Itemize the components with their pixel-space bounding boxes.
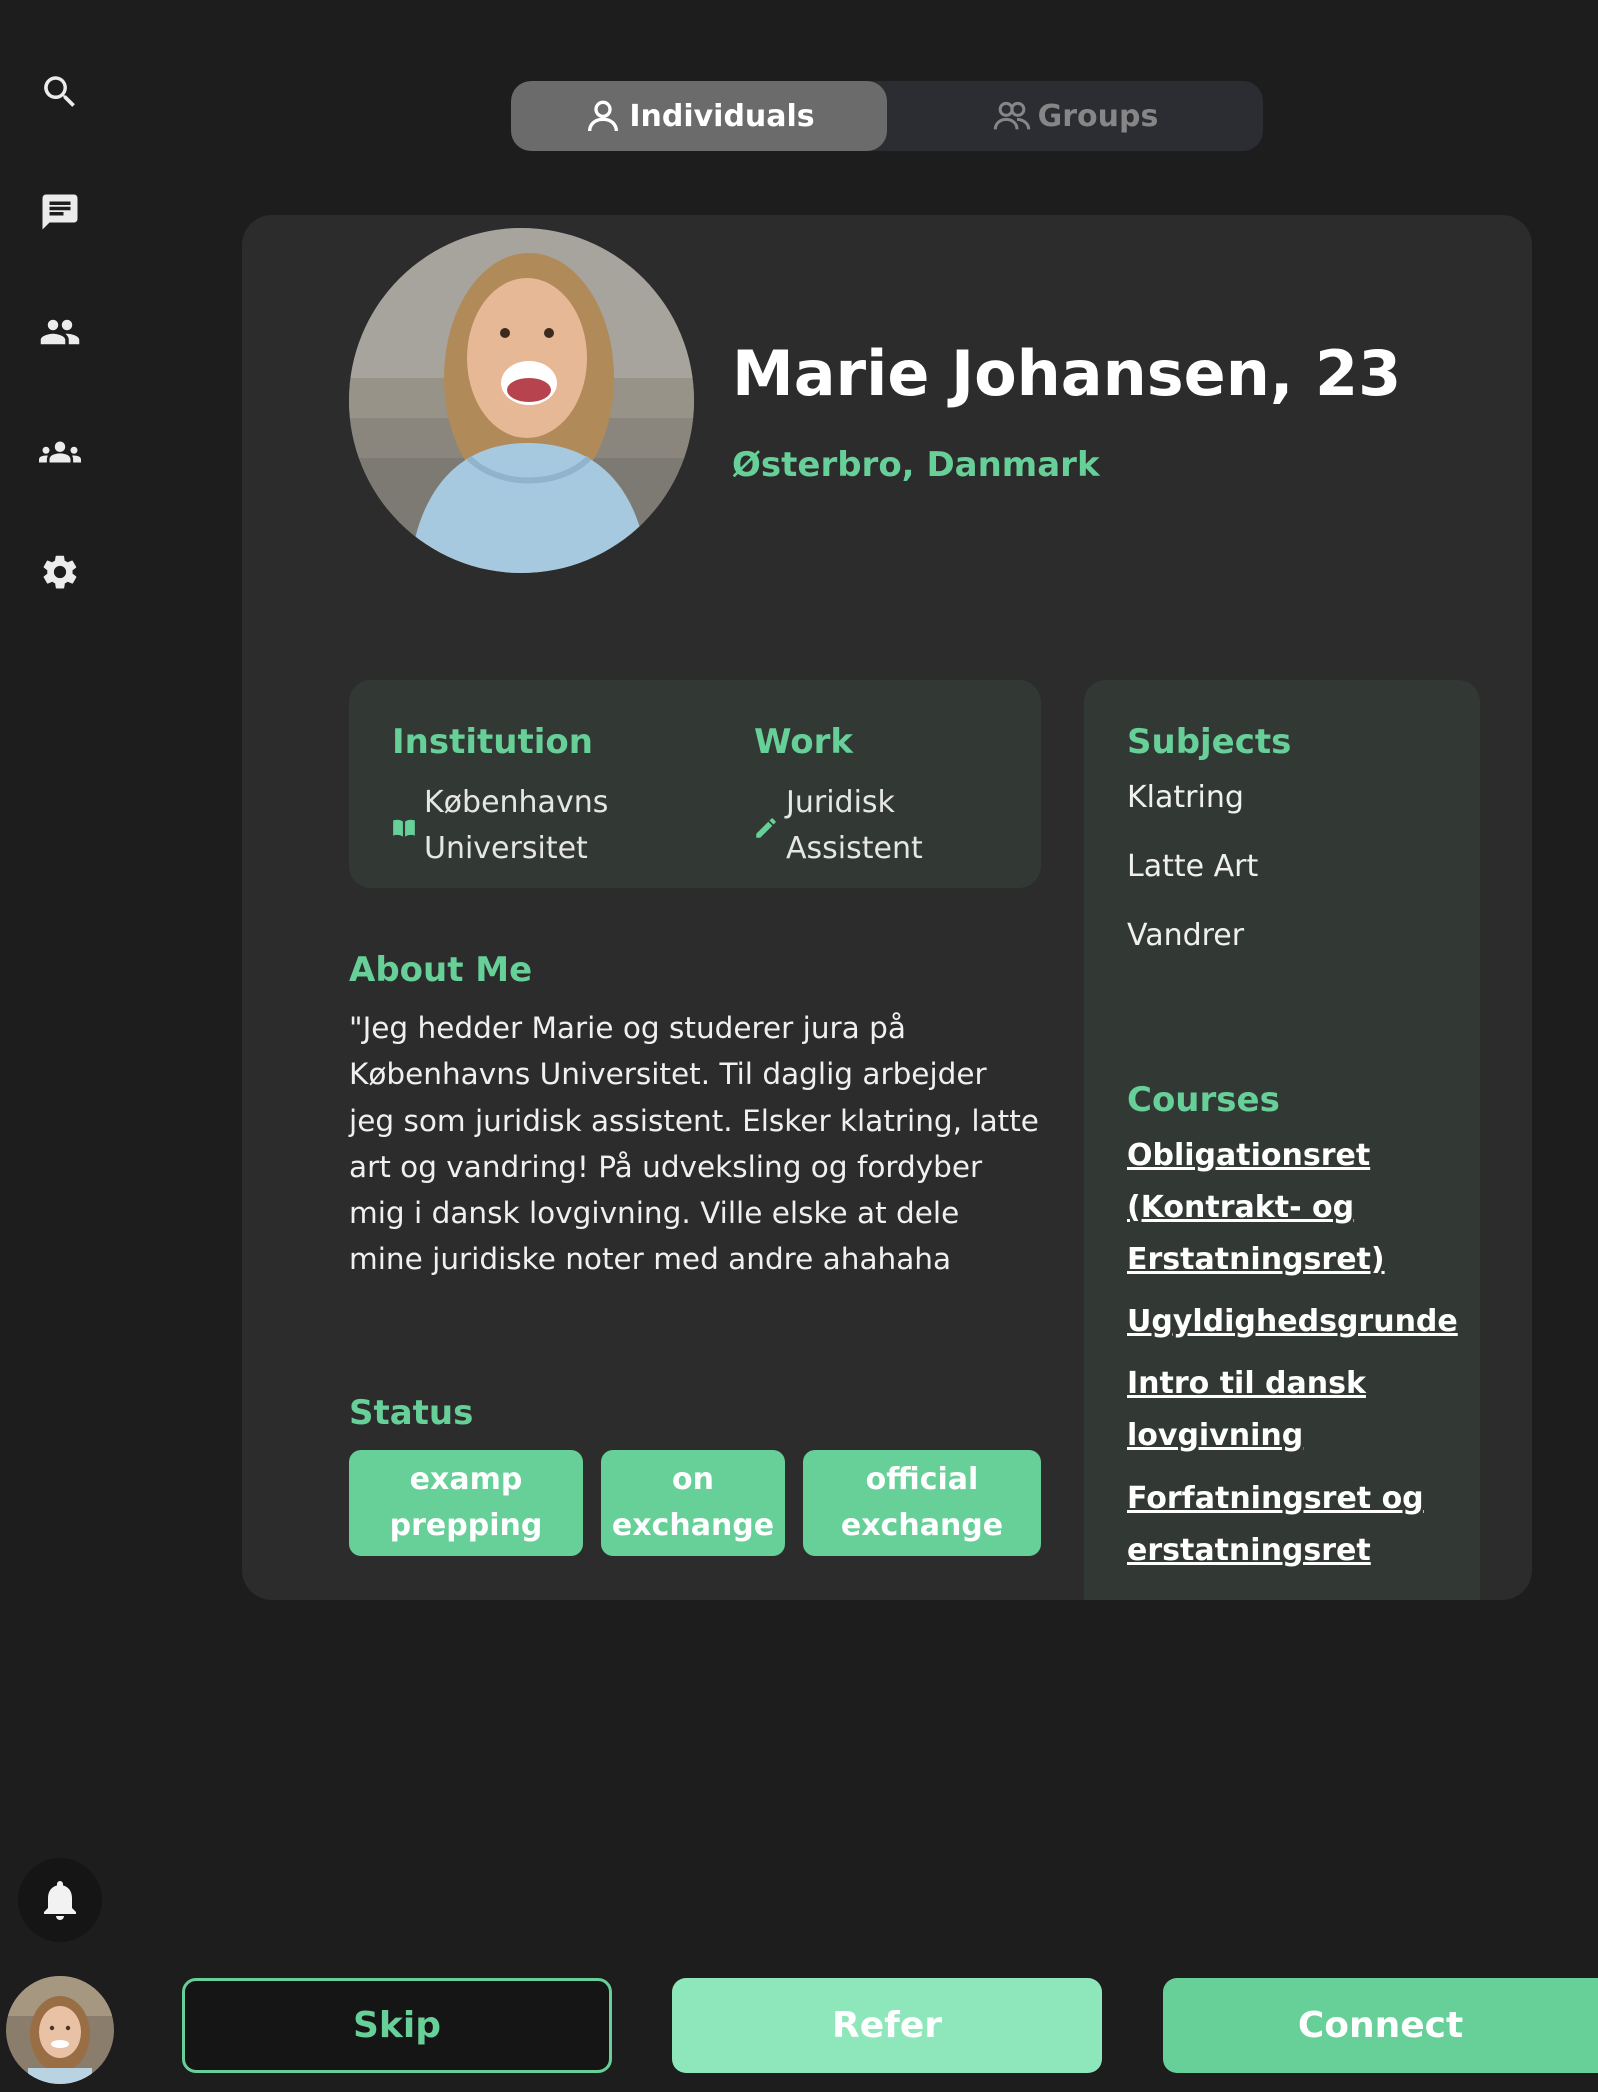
- profile-location: Østerbro, Danmark: [732, 445, 1100, 485]
- course-link-line: lovgivning: [1127, 1418, 1304, 1453]
- work-line-1: Juridisk: [786, 785, 895, 820]
- groups-icon[interactable]: [36, 428, 84, 476]
- bell-icon[interactable]: [18, 1858, 102, 1942]
- course-link-line: Obligationsret: [1127, 1138, 1371, 1173]
- settings-icon[interactable]: [36, 548, 84, 596]
- status-badge: official exchange: [803, 1450, 1041, 1556]
- pencil-icon: [756, 818, 776, 838]
- course-link-line: erstatningsret: [1127, 1533, 1371, 1568]
- course-link-line: Ugyldighedsgrunde: [1127, 1304, 1458, 1339]
- user-avatar[interactable]: [6, 1976, 114, 2084]
- tab-individuals-label: Individuals: [629, 98, 815, 134]
- courses-heading: Courses: [1127, 1080, 1280, 1120]
- status-heading: Status: [349, 1393, 474, 1433]
- status-badge-line-1: on: [672, 1462, 714, 1497]
- subject-item: Vandrer: [1127, 918, 1245, 953]
- sidebar: [0, 0, 120, 2092]
- profile-card: Marie Johansen, 23 Østerbro, Danmark Ins…: [242, 215, 1532, 1600]
- subject-item: Klatring: [1127, 780, 1244, 815]
- status-badge: examp prepping: [349, 1450, 583, 1556]
- work-heading: Work: [754, 722, 854, 762]
- institution-line-1: Københavns: [424, 785, 609, 820]
- status-badge-line-2: exchange: [840, 1508, 1004, 1543]
- subjects-courses-panel: Subjects Klatring Latte Art Vandrer Cour…: [1084, 680, 1480, 1600]
- people-icon[interactable]: [36, 308, 84, 356]
- tab-groups-label: Groups: [1037, 98, 1159, 134]
- status-badge-line-2: prepping: [389, 1508, 543, 1543]
- course-link[interactable]: Ugyldighedsgrunde: [1127, 1296, 1467, 1348]
- institution-line-2: Universitet: [424, 831, 588, 866]
- book-icon: [393, 819, 415, 837]
- course-link[interactable]: Obligationsret (Kontrakt- og Erstatnings…: [1127, 1130, 1467, 1286]
- group-outline-icon: [993, 101, 1030, 130]
- connect-button[interactable]: Connect: [1163, 1978, 1598, 2073]
- status-badge: on exchange: [601, 1450, 785, 1556]
- tab-individuals[interactable]: Individuals: [511, 81, 887, 151]
- work-line-2: Assistent: [786, 831, 923, 866]
- skip-button[interactable]: Skip: [182, 1978, 612, 2073]
- info-box: Institution Københavns Universitet Work …: [349, 680, 1041, 888]
- institution-heading: Institution: [392, 722, 593, 762]
- course-link-line: Erstatningsret): [1127, 1242, 1385, 1277]
- course-link-line: Intro til dansk: [1127, 1366, 1366, 1401]
- status-badge-line-1: official: [865, 1462, 979, 1497]
- course-link-line: Forfatningsret og: [1127, 1481, 1424, 1516]
- chat-icon[interactable]: [36, 188, 84, 236]
- subjects-heading: Subjects: [1127, 722, 1292, 762]
- person-icon: [588, 100, 619, 132]
- course-link[interactable]: Forfatningsret og erstatningsret: [1127, 1473, 1467, 1577]
- refer-button[interactable]: Refer: [672, 1978, 1102, 2073]
- tab-groups[interactable]: Groups: [887, 81, 1263, 151]
- about-heading: About Me: [349, 950, 533, 990]
- profile-name: Marie Johansen, 23: [732, 337, 1402, 410]
- course-link-line: (Kontrakt- og: [1127, 1190, 1355, 1225]
- course-link[interactable]: Intro til dansk lovgivning: [1127, 1358, 1467, 1462]
- status-badge-line-2: exchange: [611, 1508, 775, 1543]
- profile-photo: [349, 228, 694, 573]
- mode-switch: Individuals Groups: [511, 81, 1263, 151]
- search-icon[interactable]: [36, 68, 84, 116]
- status-badge-line-1: examp: [409, 1462, 523, 1497]
- subject-item: Latte Art: [1127, 849, 1259, 884]
- about-text: "Jeg hedder Marie og studerer jura på Kø…: [349, 1011, 1039, 1277]
